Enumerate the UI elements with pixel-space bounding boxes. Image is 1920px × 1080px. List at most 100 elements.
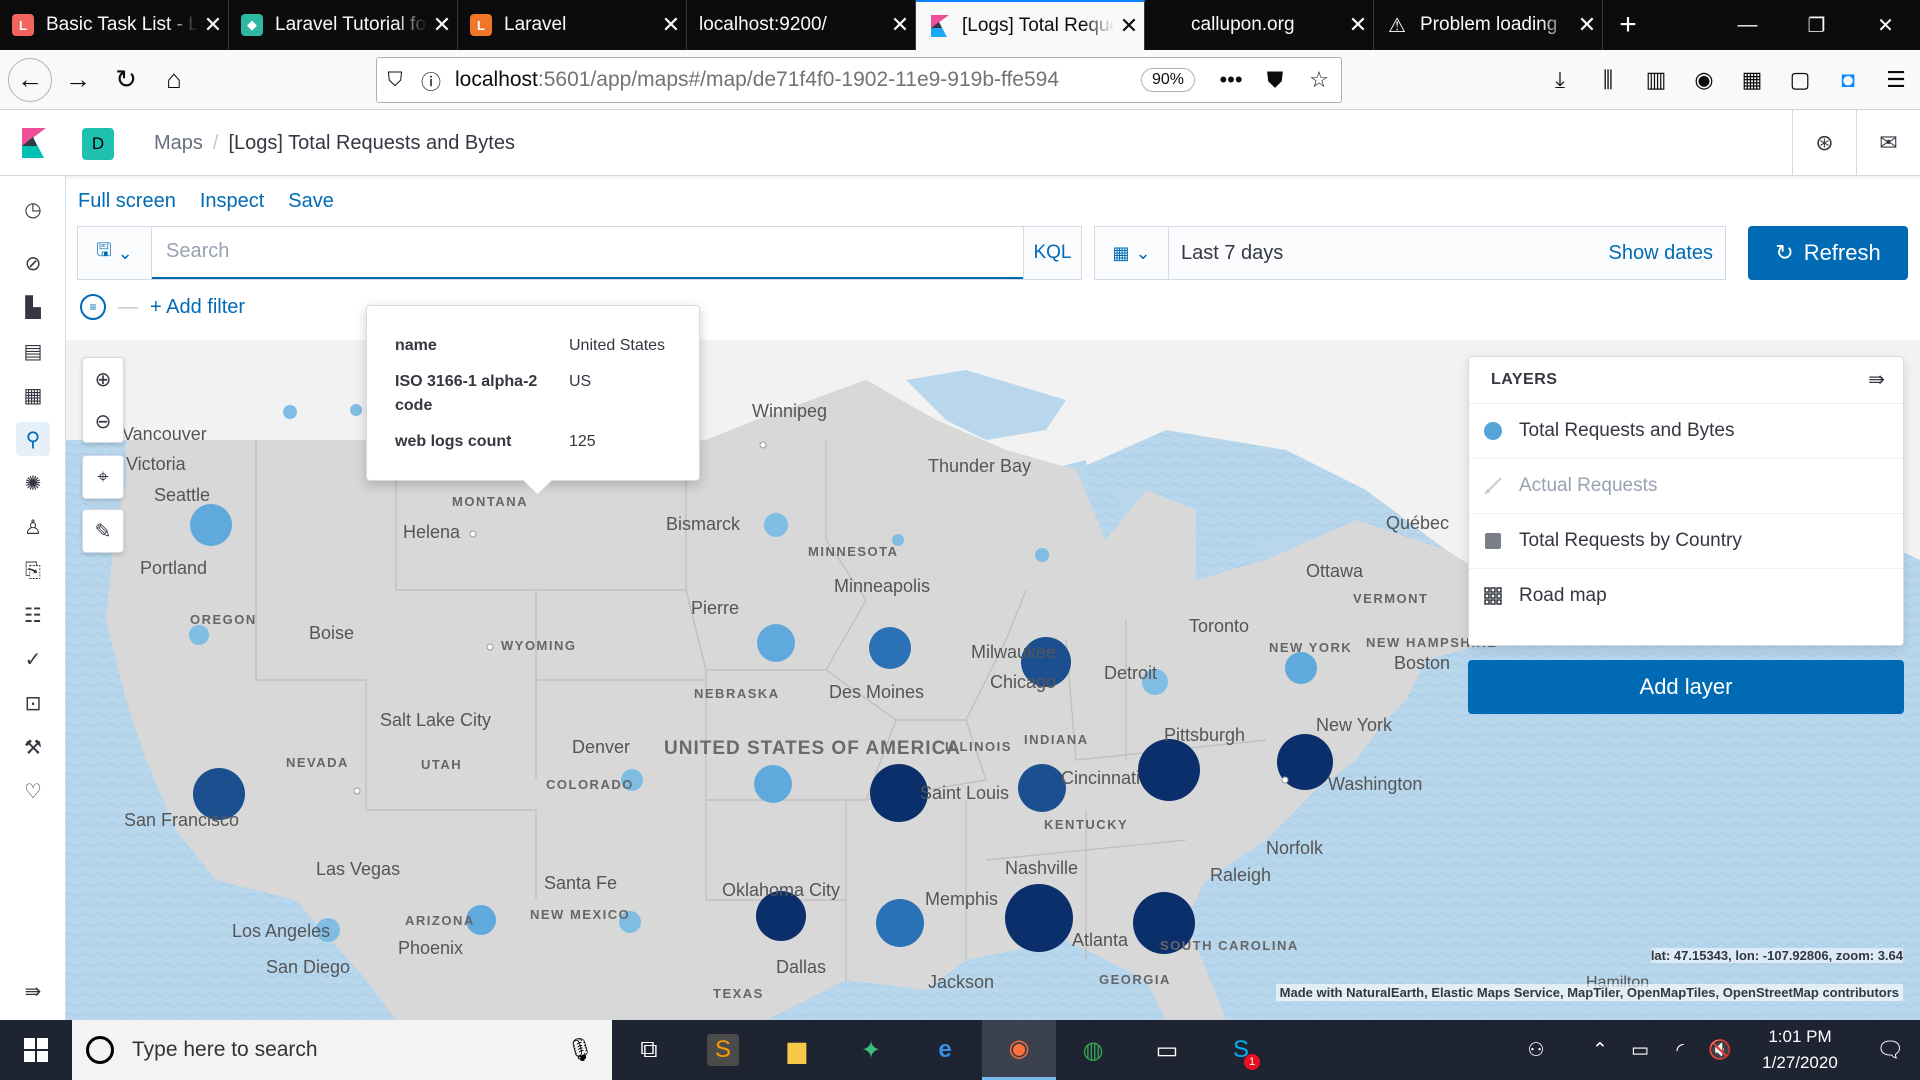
close-icon[interactable]: ✕	[427, 12, 457, 38]
data-bubble[interactable]	[1005, 884, 1073, 952]
browser-tab[interactable]: callupon.org ✕	[1145, 0, 1374, 50]
crosshair-icon[interactable]: ⌖	[83, 456, 123, 498]
collapse-panel-icon[interactable]: ⇛	[1868, 367, 1885, 392]
close-icon[interactable]: ✕	[656, 12, 686, 38]
sidebar-icon[interactable]: ▥	[1632, 67, 1680, 93]
menu-icon[interactable]: ☰	[1872, 67, 1920, 93]
close-icon[interactable]: ✕	[885, 12, 915, 38]
browser-tab[interactable]: L Laravel ✕	[458, 0, 687, 50]
help-icon[interactable]: ⊛	[1792, 110, 1856, 176]
add-layer-button[interactable]: Add layer	[1468, 660, 1904, 714]
discover-icon[interactable]: ⊘	[16, 246, 50, 280]
close-icon[interactable]: ✕	[1572, 12, 1602, 38]
layer-item[interactable]: Actual Requests	[1469, 458, 1903, 513]
browser-tab[interactable]: localhost:9200/ ✕	[687, 0, 916, 50]
data-bubble[interactable]	[1138, 739, 1200, 801]
task-view-icon[interactable]: ⧉	[612, 1020, 686, 1080]
mail-icon[interactable]: ✉	[1856, 110, 1920, 176]
library-icon[interactable]: ⫼	[1584, 67, 1632, 93]
data-bubble[interactable]	[283, 405, 297, 419]
skype-icon[interactable]: S1	[1204, 1020, 1278, 1080]
zoom-level[interactable]: 90%	[1140, 68, 1195, 92]
breadcrumb-maps[interactable]: Maps	[154, 132, 203, 155]
apm-icon[interactable]: ☷	[16, 598, 50, 632]
inspect-link[interactable]: Inspect	[200, 190, 264, 213]
sublime-text-icon[interactable]: S	[686, 1020, 760, 1080]
notifications-icon[interactable]: 🗨	[1860, 1037, 1920, 1063]
zoom-out-icon[interactable]: ⊖	[83, 400, 123, 442]
microphone-icon[interactable]: 🎙	[566, 1037, 594, 1063]
full-screen-link[interactable]: Full screen	[78, 190, 176, 213]
refresh-button[interactable]: ↻ Refresh	[1748, 226, 1908, 280]
data-bubble[interactable]	[1285, 652, 1317, 684]
account-icon[interactable]: ◉	[1680, 67, 1728, 93]
terminal-icon[interactable]: ▭	[1130, 1020, 1204, 1080]
layer-item[interactable]: Road map	[1469, 568, 1903, 623]
recently-viewed-icon[interactable]: ◷	[16, 192, 50, 226]
logs-icon[interactable]: ⎘	[16, 554, 50, 588]
chevron-up-icon[interactable]: ⌃	[1580, 1039, 1620, 1062]
quick-select-button[interactable]: ▦ ⌄	[1095, 227, 1169, 279]
minimize-icon[interactable]: —	[1713, 0, 1782, 50]
info-icon[interactable]: ⓘ	[413, 66, 449, 95]
close-icon[interactable]: ✕	[198, 12, 228, 38]
maps-icon[interactable]: ⚲	[16, 422, 50, 456]
data-bubble[interactable]	[869, 627, 911, 669]
visualize-icon[interactable]: ▙	[16, 290, 50, 324]
restore-icon[interactable]: ❐	[1782, 0, 1851, 50]
data-bubble[interactable]	[1018, 764, 1066, 812]
git-client-icon[interactable]: ✦	[834, 1020, 908, 1080]
home-icon[interactable]: ⌂	[152, 58, 196, 102]
wifi-icon[interactable]: ◜	[1660, 1039, 1700, 1062]
infrastructure-icon[interactable]: ♙	[16, 510, 50, 544]
draw-tools-icon[interactable]: ✎	[83, 510, 123, 552]
browser-tab[interactable]: ◆ Laravel Tutorial fo ✕	[229, 0, 458, 50]
url-text[interactable]: localhost:5601/app/maps#/map/de71f4f0-19…	[449, 68, 1141, 92]
layer-item[interactable]: Total Requests by Country	[1469, 513, 1903, 568]
browser-tab[interactable]: ⚠ Problem loading ✕	[1374, 0, 1603, 50]
data-bubble[interactable]	[189, 625, 209, 645]
forward-arrow-icon[interactable]: →	[56, 58, 100, 102]
windows-start-icon[interactable]	[0, 1020, 72, 1080]
back-arrow-icon[interactable]: ←	[8, 57, 52, 102]
reload-icon[interactable]: ↻	[104, 58, 148, 102]
extension-icon[interactable]: ▢	[1776, 67, 1824, 93]
data-bubble[interactable]	[876, 899, 924, 947]
uptime-icon[interactable]: ✓	[16, 642, 50, 676]
time-range-label[interactable]: Last 7 days	[1169, 242, 1608, 265]
filter-options-icon[interactable]: ≡	[80, 294, 106, 320]
data-bubble[interactable]	[350, 404, 362, 416]
canvas-icon[interactable]: ▦	[16, 378, 50, 412]
data-bubble[interactable]	[757, 624, 795, 662]
browser-tab[interactable]: L Basic Task List - La ✕	[0, 0, 229, 50]
data-bubble[interactable]	[190, 504, 232, 546]
more-actions-icon[interactable]: •••	[1209, 67, 1253, 93]
address-bar[interactable]: ⛉ ⓘ localhost:5601/app/maps#/map/de71f4f…	[376, 57, 1342, 103]
save-link[interactable]: Save	[288, 190, 334, 213]
search-input[interactable]: Search	[152, 227, 1023, 279]
download-icon[interactable]: ⤓	[1536, 67, 1584, 93]
machine-learning-icon[interactable]: ✺	[16, 466, 50, 500]
edge-icon[interactable]: e	[908, 1020, 982, 1080]
map-attribution[interactable]: Made with NaturalEarth, Elastic Maps Ser…	[1275, 984, 1903, 1001]
close-icon[interactable]: ✕	[1343, 12, 1373, 38]
siem-icon[interactable]: ⊡	[16, 686, 50, 720]
data-bubble[interactable]	[754, 765, 792, 803]
extension-shield-icon[interactable]: ◘	[1824, 67, 1872, 93]
zoom-in-icon[interactable]: ⊕	[83, 358, 123, 400]
pocket-icon[interactable]: ⛊	[1253, 67, 1297, 93]
layer-item[interactable]: Total Requests and Bytes	[1469, 403, 1903, 458]
saved-query-button[interactable]: 🖫 ⌄	[78, 227, 152, 279]
people-icon[interactable]: ⚇	[1516, 1039, 1556, 1062]
data-bubble[interactable]	[764, 513, 788, 537]
file-explorer-icon[interactable]: ▆	[760, 1020, 834, 1080]
shield-icon[interactable]: ⛉	[377, 69, 413, 92]
firefox-icon[interactable]: ◉	[982, 1020, 1056, 1080]
chrome-icon[interactable]: ◍	[1056, 1020, 1130, 1080]
new-tab-button[interactable]: +	[1603, 0, 1653, 50]
show-dates-link[interactable]: Show dates	[1608, 242, 1725, 265]
taskbar-clock[interactable]: 1:01 PM 1/27/2020	[1740, 1024, 1860, 1076]
space-avatar[interactable]: D	[82, 128, 114, 160]
query-language-button[interactable]: KQL	[1023, 227, 1081, 279]
battery-icon[interactable]: ▭	[1620, 1039, 1660, 1062]
